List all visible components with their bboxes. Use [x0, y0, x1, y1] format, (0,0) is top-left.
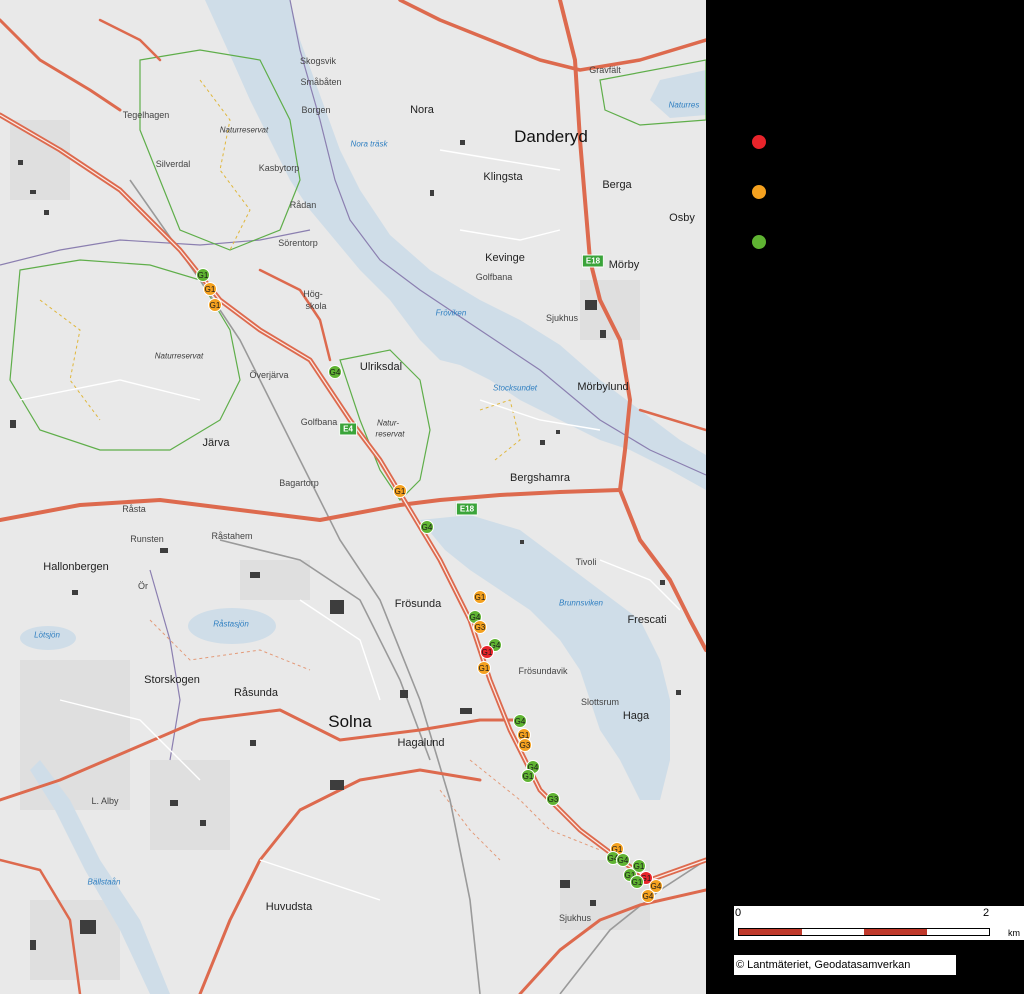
marker-label: G1 [632, 878, 643, 887]
marker-green[interactable]: G4 [513, 714, 527, 728]
scale-unit-label: km [1008, 928, 1020, 938]
marker-label: G1 [205, 285, 216, 294]
marker-orange[interactable]: G1 [208, 298, 222, 312]
marker-orange[interactable]: G1 [473, 590, 487, 604]
marker-label: G1 [523, 772, 534, 781]
marker-label: G3 [475, 623, 486, 632]
marker-label: G1 [482, 648, 493, 657]
marker-green[interactable]: G1 [630, 875, 644, 889]
marker-label: G1 [634, 862, 645, 871]
legend-swatch-orange [752, 185, 766, 199]
scale-end-label: 2 [983, 907, 990, 919]
marker-label: G4 [651, 882, 662, 891]
marker-label: G1 [475, 593, 486, 602]
scale-bar: 0 2 km [734, 906, 1024, 940]
marker-label: G1 [210, 301, 221, 310]
marker-label: G4 [515, 717, 526, 726]
marker-label: G4 [618, 856, 629, 865]
marker-green[interactable]: G1 [521, 769, 535, 783]
marker-orange[interactable]: G3 [473, 620, 487, 634]
marker-label: G1 [198, 271, 209, 280]
marker-label: G1 [479, 664, 490, 673]
marker-label: G1 [395, 487, 406, 496]
legend-swatch-green [752, 235, 766, 249]
marker-label: G3 [548, 795, 559, 804]
marker-green[interactable]: G4 [420, 520, 434, 534]
scale-start-label: 0 [735, 907, 742, 919]
map-canvas[interactable]: Danderyd Solna Nora Klingsta Berga Osby Keving… [0, 0, 706, 994]
legend-swatch-red [752, 135, 766, 149]
marker-orange[interactable]: G4 [641, 889, 655, 903]
marker-orange[interactable]: G3 [518, 738, 532, 752]
marker-green[interactable]: G3 [546, 792, 560, 806]
scale-bar-graphic [738, 928, 990, 936]
marker-label: G4 [330, 368, 341, 377]
marker-label: G3 [520, 741, 531, 750]
marker-orange[interactable]: G1 [393, 484, 407, 498]
marker-label: G4 [422, 523, 433, 532]
marker-orange[interactable]: G1 [477, 661, 491, 675]
marker-label: G4 [643, 892, 654, 901]
marker-green[interactable]: G4 [616, 853, 630, 867]
marker-green[interactable]: G4 [328, 365, 342, 379]
copyright-notice: © Lantmäteriet, Geodatasamverkan [734, 955, 956, 975]
marker-red[interactable]: G1 [480, 645, 494, 659]
markers-layer: G1G1G1G4G1G4G1G4G3G4G1G1G4G1G3G4G1G3G1G4… [196, 268, 663, 903]
marker-orange[interactable]: G1 [203, 282, 217, 296]
marker-green[interactable]: G1 [196, 268, 210, 282]
